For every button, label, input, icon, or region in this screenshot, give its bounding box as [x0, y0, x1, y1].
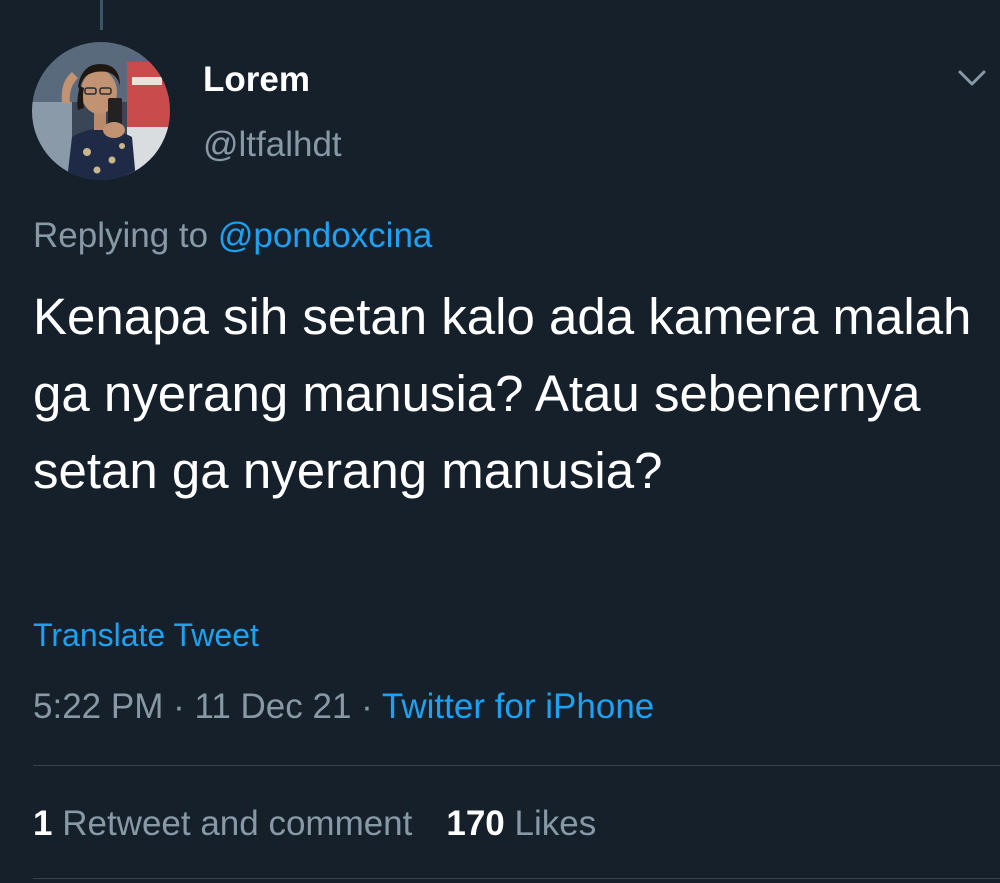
tweet-stats: 1 Retweet and comment 170 Likes	[33, 802, 596, 846]
retweets-stat[interactable]: 1 Retweet and comment	[33, 804, 412, 843]
tweet-metadata: 5:22 PM · 11 Dec 21 · Twitter for iPhone	[33, 686, 654, 728]
meta-separator: ·	[351, 687, 382, 726]
divider	[33, 765, 1000, 766]
likes-label: Likes	[514, 804, 597, 843]
chevron-down-icon[interactable]	[952, 62, 992, 94]
retweets-label: Retweet and comment	[62, 804, 413, 843]
replying-to-label: Replying to	[33, 216, 218, 255]
divider	[33, 878, 1000, 879]
likes-count: 170	[446, 804, 505, 843]
thread-connector-line	[100, 0, 103, 30]
replying-to-line: Replying to @pondoxcina	[33, 216, 432, 256]
display-name[interactable]: Lorem	[203, 60, 310, 100]
replying-to-mention[interactable]: @pondoxcina	[218, 216, 433, 255]
meta-separator: ·	[163, 687, 195, 726]
tweet-time: 5:22 PM	[33, 687, 164, 726]
user-handle[interactable]: @ltfalhdt	[203, 125, 342, 165]
tweet-source-link[interactable]: Twitter for iPhone	[382, 687, 654, 726]
retweets-count: 1	[33, 804, 53, 843]
likes-stat[interactable]: 170 Likes	[446, 804, 596, 843]
tweet-date: 11 Dec 21	[194, 687, 352, 726]
avatar[interactable]	[32, 42, 170, 180]
translate-tweet-link[interactable]: Translate Tweet	[33, 616, 259, 654]
tweet-text: Kenapa sih setan kalo ada kamera malah g…	[33, 288, 972, 499]
avatar-image	[32, 42, 170, 180]
